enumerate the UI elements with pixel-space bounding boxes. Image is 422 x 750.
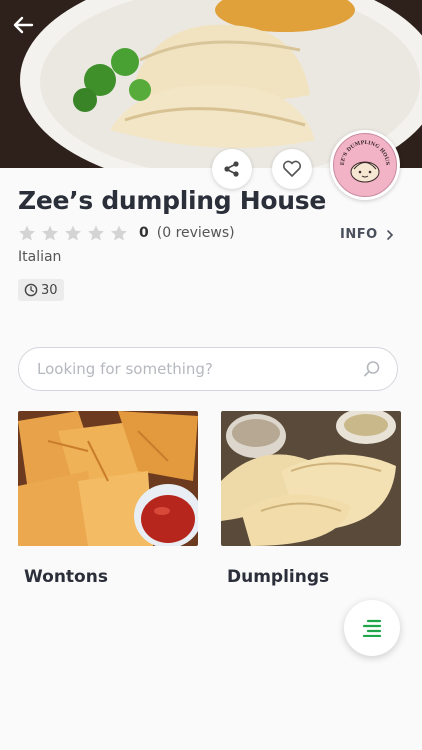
category-label: Wontons (24, 567, 108, 587)
rating-value: 0 (139, 225, 149, 241)
star-icon (19, 225, 35, 241)
star-icon (65, 225, 81, 241)
dumpling-logo-icon: ZEE'S DUMPLING HOUSE (334, 134, 390, 183)
svg-text:ZEE'S DUMPLING HOUSE: ZEE'S DUMPLING HOUSE (334, 134, 390, 166)
category-card-dumplings[interactable]: Dumplings (221, 411, 401, 587)
wontons-image (18, 411, 198, 546)
star-icon (42, 225, 58, 241)
prep-time-badge: 30 (18, 279, 64, 301)
menu-fab-button[interactable] (344, 600, 400, 656)
category-card-wontons[interactable]: Wontons (18, 411, 198, 587)
category-label: Dumplings (227, 567, 330, 587)
prep-time-value: 30 (41, 282, 58, 298)
star-icon (111, 225, 127, 241)
search-input[interactable] (35, 359, 363, 379)
rating: 0 (0 reviews) (18, 224, 235, 242)
restaurant-name: Zee’s dumpling House (18, 186, 327, 215)
search-bar (18, 347, 398, 391)
reviews-count: (0 reviews) (156, 225, 235, 241)
share-button[interactable] (212, 149, 252, 189)
cuisine-label: Italian (18, 249, 62, 265)
chevron-right-icon (386, 229, 393, 240)
back-button[interactable] (12, 14, 44, 46)
dumplings-image (221, 411, 401, 546)
heart-icon (282, 160, 302, 177)
star-icon (88, 225, 104, 241)
info-link[interactable]: INFO (340, 227, 396, 242)
arrow-left-icon (13, 16, 34, 34)
clock-icon (24, 283, 38, 297)
menu-list-icon (362, 619, 382, 637)
restaurant-logo: ZEE'S DUMPLING HOUSE (330, 130, 400, 200)
search-icon[interactable] (363, 360, 381, 378)
favorite-button[interactable] (272, 149, 312, 189)
info-label: INFO (340, 227, 378, 242)
share-icon (224, 161, 239, 177)
